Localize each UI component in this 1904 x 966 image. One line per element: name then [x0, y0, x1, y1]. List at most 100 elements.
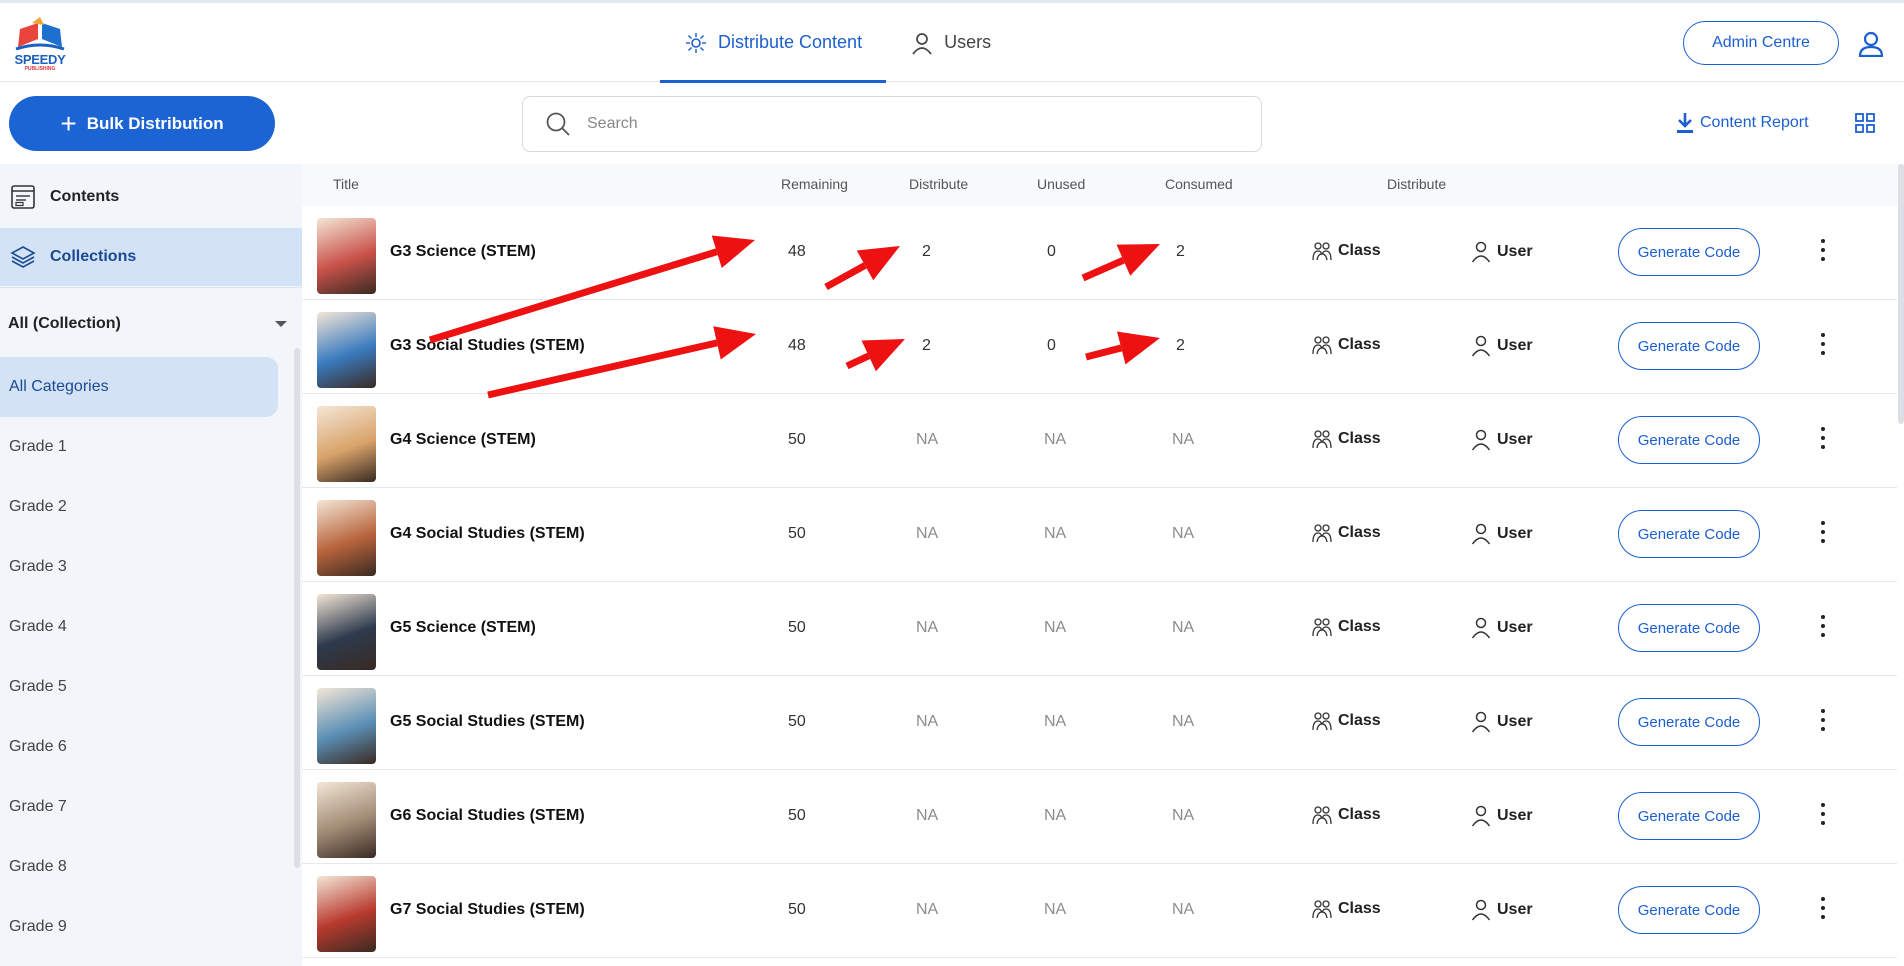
plus-icon: +: [60, 107, 77, 139]
more-options-icon[interactable]: [1819, 897, 1827, 921]
category-item[interactable]: Grade 5: [0, 657, 278, 717]
col-title: Title: [333, 176, 359, 192]
bulk-distribution-label: Bulk Distribution: [86, 113, 224, 133]
more-options-icon[interactable]: [1819, 709, 1827, 733]
user-label: User: [1497, 901, 1533, 918]
distribute-class-link[interactable]: Class: [1312, 617, 1381, 637]
row-title: G5 Science (STEM): [390, 619, 536, 636]
logo-text: SPEEDY: [14, 52, 66, 67]
distribute-user-link[interactable]: User: [1471, 805, 1533, 827]
category-item[interactable]: Grade 3: [0, 537, 278, 597]
generate-code-button[interactable]: Generate Code: [1618, 792, 1760, 840]
search-input[interactable]: [587, 115, 1227, 133]
category-item[interactable]: Grade 7: [0, 777, 278, 837]
consumed-value: NA: [1172, 807, 1195, 824]
tab-users[interactable]: Users: [886, 3, 1015, 82]
category-item[interactable]: Grade 8: [0, 837, 278, 897]
content-report-link[interactable]: Content Report: [1676, 112, 1809, 134]
table-row: G3 Science (STEM) 48 2 0 2 Class User Generate …: [302, 206, 1897, 300]
sidebar-item-contents-label: Contents: [50, 188, 120, 205]
user-icon: [1471, 711, 1491, 733]
category-all[interactable]: All Categories: [0, 357, 278, 417]
admin-centre-button[interactable]: Admin Centre: [1683, 21, 1839, 65]
sidebar-item-collections[interactable]: Collections: [0, 228, 302, 286]
more-options-icon[interactable]: [1819, 615, 1827, 639]
generate-code-button[interactable]: Generate Code: [1618, 886, 1760, 934]
row-title: G6 Social Studies (STEM): [390, 807, 585, 824]
distribute-class-link[interactable]: Class: [1312, 899, 1381, 919]
layers-icon: [10, 246, 36, 268]
more-options-icon[interactable]: [1819, 239, 1827, 263]
distribute-class-link[interactable]: Class: [1312, 241, 1381, 261]
distribute-user-link[interactable]: User: [1471, 711, 1533, 733]
more-options-icon[interactable]: [1819, 333, 1827, 357]
distribute-class-link[interactable]: Class: [1312, 429, 1381, 449]
grid-view-icon[interactable]: [1855, 113, 1875, 133]
user-icon: [1471, 617, 1491, 639]
class-icon: [1312, 242, 1332, 261]
generate-code-button[interactable]: Generate Code: [1618, 416, 1760, 464]
category-item[interactable]: Grade 9: [0, 897, 278, 957]
cover-thumbnail: [317, 500, 376, 576]
distribute-class-link[interactable]: Class: [1312, 711, 1381, 731]
tab-users-label: Users: [944, 32, 992, 52]
category-item[interactable]: Grade 2: [0, 477, 278, 537]
distribute-user-link[interactable]: User: [1471, 335, 1533, 357]
remaining-value: 50: [788, 713, 806, 730]
profile-icon[interactable]: [1858, 31, 1884, 57]
sidebar: Contents Collections All (Collection) Al…: [0, 164, 302, 966]
distribute-user-link[interactable]: User: [1471, 429, 1533, 451]
user-label: User: [1497, 807, 1533, 824]
generate-code-button[interactable]: Generate Code: [1618, 510, 1760, 558]
distribute-value: 2: [922, 337, 931, 354]
content-report-label: Content Report: [1700, 114, 1809, 131]
generate-code-button[interactable]: Generate Code: [1618, 698, 1760, 746]
distribute-value: NA: [916, 525, 939, 542]
caret-down-icon: [275, 321, 287, 327]
cover-thumbnail: [317, 688, 376, 764]
distribute-user-link[interactable]: User: [1471, 899, 1533, 921]
table-row: G5 Social Studies (STEM) 50 NA NA NA Class Use…: [302, 676, 1897, 770]
more-options-icon[interactable]: [1819, 427, 1827, 451]
generate-code-button[interactable]: Generate Code: [1618, 322, 1760, 370]
tab-distribute-content[interactable]: Distribute Content: [660, 3, 887, 83]
more-options-icon[interactable]: [1819, 803, 1827, 827]
more-options-icon[interactable]: [1819, 521, 1827, 545]
unused-value: 0: [1047, 337, 1056, 354]
category-item[interactable]: Grade 1: [0, 417, 278, 477]
consumed-value: NA: [1172, 431, 1195, 448]
category-item[interactable]: Grade 6: [0, 717, 278, 777]
table-header: Title Remaining Distribute Unused Consum…: [302, 164, 1904, 206]
row-title: G7 Social Studies (STEM): [390, 901, 585, 918]
unused-value: 0: [1047, 243, 1056, 260]
distribute-user-link[interactable]: User: [1471, 523, 1533, 545]
distribute-class-link[interactable]: Class: [1312, 805, 1381, 825]
cover-thumbnail: [317, 594, 376, 670]
sidebar-item-contents[interactable]: Contents: [0, 168, 302, 226]
class-label: Class: [1338, 900, 1381, 917]
generate-code-button[interactable]: Generate Code: [1618, 604, 1760, 652]
user-label: User: [1497, 713, 1533, 730]
generate-code-button[interactable]: Generate Code: [1618, 228, 1760, 276]
app-root: SPEEDY PUBLISHING Distribute Content Use…: [0, 0, 1904, 966]
distribute-class-link[interactable]: Class: [1312, 523, 1381, 543]
unused-value: NA: [1044, 901, 1067, 918]
distribute-user-link[interactable]: User: [1471, 241, 1533, 263]
distribute-user-link[interactable]: User: [1471, 617, 1533, 639]
search-box[interactable]: [522, 96, 1262, 152]
class-label: Class: [1338, 336, 1381, 353]
category-item[interactable]: Grade 4: [0, 597, 278, 657]
collection-filter-dropdown[interactable]: All (Collection): [8, 304, 288, 344]
sidebar-scrollbar[interactable]: [294, 348, 300, 868]
speedy-logo[interactable]: SPEEDY PUBLISHING: [12, 17, 68, 75]
col-consumed: Consumed: [1165, 176, 1233, 192]
bulk-distribution-button[interactable]: + Bulk Distribution: [9, 96, 275, 151]
distribute-value: NA: [916, 619, 939, 636]
class-label: Class: [1338, 806, 1381, 823]
table-scrollbar[interactable]: [1898, 164, 1904, 424]
class-icon: [1312, 430, 1332, 449]
distribute-value: NA: [916, 901, 939, 918]
row-title: G3 Science (STEM): [390, 243, 536, 260]
distribute-class-link[interactable]: Class: [1312, 335, 1381, 355]
remaining-value: 50: [788, 431, 806, 448]
